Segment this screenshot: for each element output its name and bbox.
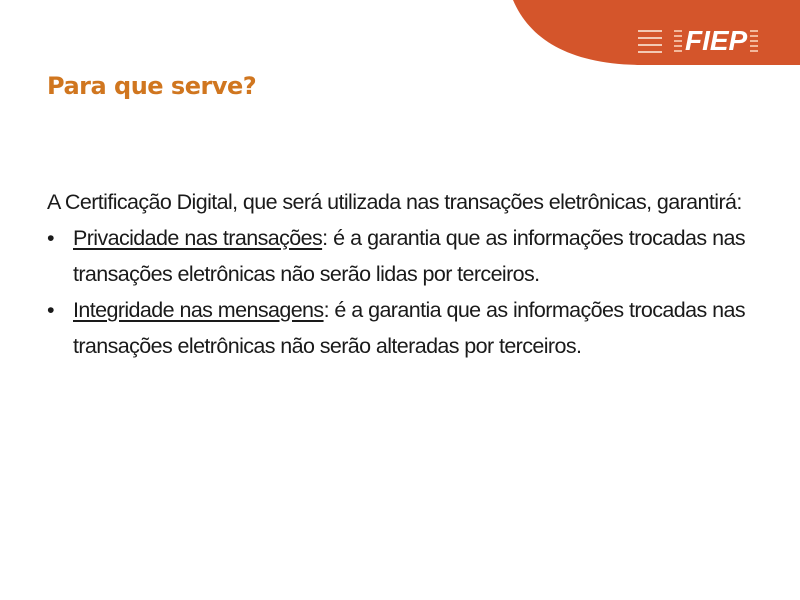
- fiep-seal-icon: [636, 27, 664, 55]
- logo-dashes-left: [674, 30, 682, 52]
- intro-paragraph: A Certificação Digital, que será utiliza…: [47, 190, 742, 214]
- slide-title: Para que serve?: [47, 72, 257, 100]
- bullet-icon: •: [47, 226, 55, 250]
- logo-dashes-right: [750, 30, 759, 52]
- bullet-item: • Privacidade nas transações: é a garant…: [47, 220, 746, 292]
- bullet-term: Integridade nas mensagens: [73, 298, 324, 322]
- bullet-term: Privacidade nas transações: [73, 226, 323, 250]
- bullet-item: • Integridade nas mensagens: é a garanti…: [47, 292, 746, 364]
- fiep-logo: FIEP: [636, 25, 759, 56]
- bullet-icon: •: [47, 298, 55, 322]
- logo-text: FIEP: [685, 25, 748, 56]
- slide-body: A Certificação Digital, que será utiliza…: [47, 184, 746, 364]
